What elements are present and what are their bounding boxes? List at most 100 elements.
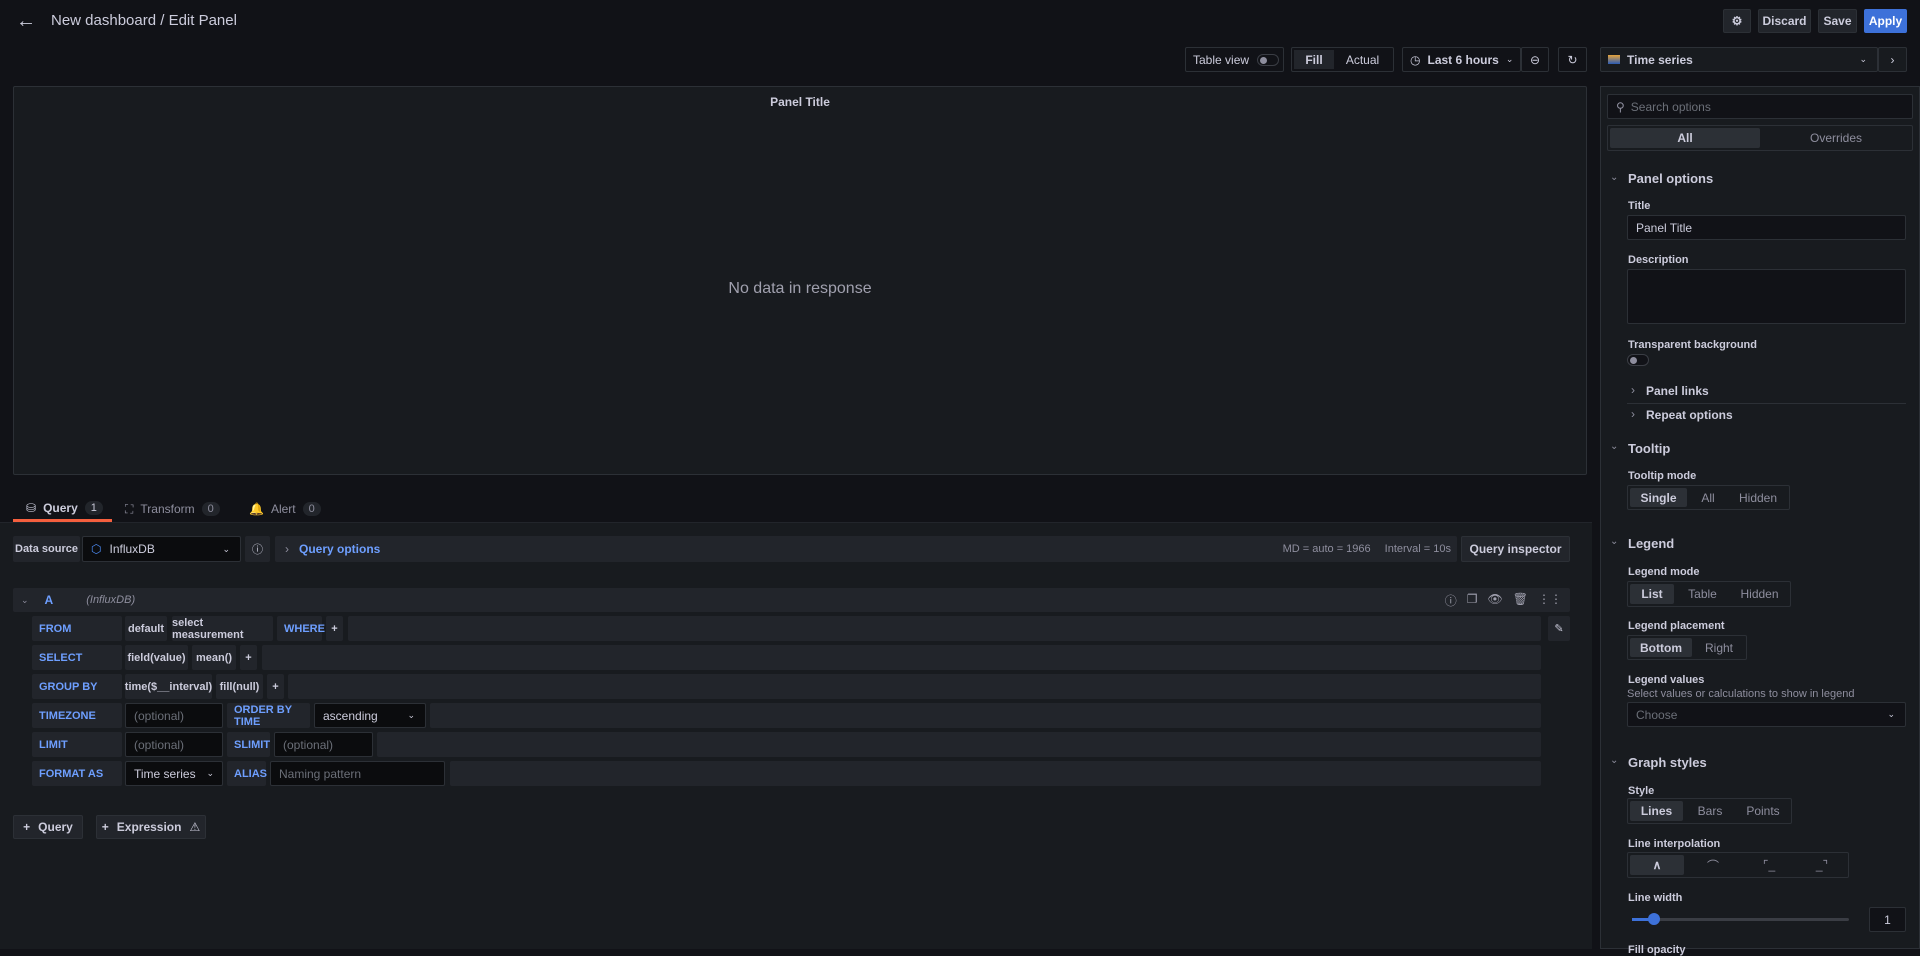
slider-thumb[interactable] xyxy=(1647,913,1660,925)
description-textarea[interactable] xyxy=(1627,269,1906,324)
aggregation-select[interactable]: mean() xyxy=(192,645,236,670)
option-bars[interactable]: Bars xyxy=(1685,801,1735,821)
step-after-icon[interactable]: _⌝ xyxy=(1798,855,1846,875)
zoom-out-button[interactable]: ⊖ xyxy=(1521,47,1549,72)
slimit-input[interactable]: (optional) xyxy=(274,732,373,757)
bell-icon: 🔔 xyxy=(249,502,264,516)
legend-values-select[interactable]: Choose ⌄ xyxy=(1627,702,1906,727)
chevron-down-icon[interactable]: ⌄ xyxy=(1610,536,1618,547)
settings-button[interactable]: ⚙ xyxy=(1723,9,1751,33)
add-expression-button[interactable]: + Expression ⚠ xyxy=(96,815,206,839)
save-button[interactable]: Save xyxy=(1818,9,1857,33)
panel-links-section[interactable]: Panel links xyxy=(1646,384,1709,398)
tooltip-header[interactable]: Tooltip xyxy=(1628,441,1670,456)
tab-alert[interactable]: 🔔 Alert 0 xyxy=(249,496,321,522)
tab-count: 0 xyxy=(201,502,220,516)
panel-preview: Panel Title No data in response xyxy=(13,86,1587,475)
style-group[interactable]: Lines Bars Points xyxy=(1627,798,1792,824)
chevron-down-icon[interactable]: ⌄ xyxy=(1610,755,1618,766)
query-options-bar[interactable]: › Query options MD = auto = 1966 Interva… xyxy=(275,536,1457,562)
graph-styles-header[interactable]: Graph styles xyxy=(1628,755,1707,770)
timezone-input[interactable]: (optional) xyxy=(125,703,223,728)
retention-policy[interactable]: default xyxy=(125,616,167,641)
option-list[interactable]: List xyxy=(1630,584,1674,604)
toggle-raw-query-button[interactable]: ✎ xyxy=(1548,616,1570,641)
help-icon[interactable]: ⓘ xyxy=(1445,592,1457,609)
alias-input[interactable]: Naming pattern xyxy=(270,761,445,786)
description-label: Description xyxy=(1628,254,1689,266)
tab-query[interactable]: ⛁ Query 1 xyxy=(13,496,112,522)
group-by-time[interactable]: time($__interval) xyxy=(125,674,212,699)
line-interpolation-group[interactable]: ∧ ⌒ ⌜_ _⌝ xyxy=(1627,852,1849,878)
legend-mode-label: Legend mode xyxy=(1628,566,1700,578)
option-single[interactable]: Single xyxy=(1630,488,1687,507)
field-select[interactable]: field(value) xyxy=(125,645,188,670)
chevron-down-icon[interactable]: ⌄ xyxy=(21,595,29,606)
filler xyxy=(450,761,1541,786)
legend-placement-group[interactable]: Bottom Right xyxy=(1627,635,1747,660)
legend-mode-group[interactable]: List Table Hidden xyxy=(1627,581,1791,607)
option-lines[interactable]: Lines xyxy=(1630,801,1683,821)
tab-all[interactable]: All xyxy=(1610,128,1760,148)
datasource-picker[interactable]: ⬡ InfluxDB ⌄ xyxy=(82,536,241,562)
refresh-button[interactable]: ↻ xyxy=(1558,47,1587,72)
drag-handle-icon[interactable]: ⋮⋮ xyxy=(1538,592,1562,609)
add-query-button[interactable]: + Query xyxy=(13,815,83,839)
option-all[interactable]: All xyxy=(1689,488,1727,507)
title-input[interactable]: Panel Title xyxy=(1627,215,1906,240)
add-select-button[interactable]: + xyxy=(240,645,257,670)
transparent-toggle[interactable] xyxy=(1627,354,1649,366)
query-ref-id[interactable]: A xyxy=(45,593,54,607)
measurement-select[interactable]: select measurement xyxy=(172,616,273,641)
search-options-input[interactable]: ⚲ Search options xyxy=(1607,94,1913,119)
discard-button[interactable]: Discard xyxy=(1758,9,1811,33)
add-where-button[interactable]: + xyxy=(326,616,343,641)
order-select[interactable]: ascending ⌄ xyxy=(314,703,426,728)
eye-icon[interactable]: 👁 xyxy=(1488,592,1503,609)
group-by-fill[interactable]: fill(null) xyxy=(216,674,263,699)
option-bottom[interactable]: Bottom xyxy=(1630,638,1692,657)
search-placeholder: Search options xyxy=(1630,99,1711,114)
tab-overrides[interactable]: Overrides xyxy=(1762,128,1910,148)
option-right[interactable]: Right xyxy=(1694,638,1744,657)
line-width-input[interactable]: 1 xyxy=(1869,907,1906,932)
tab-count: 0 xyxy=(302,502,321,516)
linear-icon[interactable]: ∧ xyxy=(1630,855,1684,875)
tab-transform[interactable]: ⛶ Transform 0 xyxy=(125,496,220,522)
visualization-picker[interactable]: Time series ⌄ xyxy=(1600,47,1878,72)
option-hidden[interactable]: Hidden xyxy=(1731,584,1788,604)
repeat-options-section[interactable]: Repeat options xyxy=(1646,408,1733,422)
option-hidden[interactable]: Hidden xyxy=(1729,488,1787,507)
actual-option[interactable]: Actual xyxy=(1334,50,1391,69)
line-width-slider[interactable] xyxy=(1632,913,1849,925)
query-row-header[interactable]: ⌄ A (InfluxDB) ⓘ ❐ 👁 🗑 ⋮⋮ xyxy=(13,588,1570,612)
chevron-down-icon[interactable]: ⌄ xyxy=(1610,172,1618,183)
fill-option[interactable]: Fill xyxy=(1294,50,1334,69)
option-table[interactable]: Table xyxy=(1676,584,1729,604)
step-before-icon[interactable]: ⌜_ xyxy=(1742,855,1796,875)
fill-actual-toggle[interactable]: Fill Actual xyxy=(1291,47,1394,72)
smooth-icon[interactable]: ⌒ xyxy=(1686,855,1740,875)
query-inspector-button[interactable]: Query inspector xyxy=(1461,536,1570,562)
apply-button[interactable]: Apply xyxy=(1864,9,1907,33)
add-group-by-button[interactable]: + xyxy=(267,674,284,699)
format-select[interactable]: Time series ⌄ xyxy=(125,761,223,786)
tooltip-mode-group[interactable]: Single All Hidden xyxy=(1627,485,1790,510)
legend-values-label: Legend values xyxy=(1628,674,1705,686)
table-view-toggle[interactable]: Table view xyxy=(1185,47,1284,72)
filler xyxy=(288,674,1541,699)
duplicate-icon[interactable]: ❐ xyxy=(1467,592,1478,609)
zoom-out-icon: ⊖ xyxy=(1529,52,1541,67)
collapse-options-button[interactable]: › xyxy=(1878,47,1907,72)
trash-icon[interactable]: 🗑 xyxy=(1513,592,1528,609)
panel-options-header[interactable]: Panel options xyxy=(1628,171,1713,186)
chevron-down-icon[interactable]: ⌄ xyxy=(1610,441,1618,452)
help-icon: ⓘ xyxy=(252,544,263,556)
time-picker[interactable]: ◷ Last 6 hours ⌄ xyxy=(1402,47,1521,72)
legend-header[interactable]: Legend xyxy=(1628,536,1674,551)
options-tabs[interactable]: All Overrides xyxy=(1607,125,1913,151)
option-points[interactable]: Points xyxy=(1737,801,1789,821)
back-arrow-icon[interactable]: ← xyxy=(16,10,36,33)
datasource-help-button[interactable]: ⓘ xyxy=(245,536,270,562)
limit-input[interactable]: (optional) xyxy=(125,732,223,757)
